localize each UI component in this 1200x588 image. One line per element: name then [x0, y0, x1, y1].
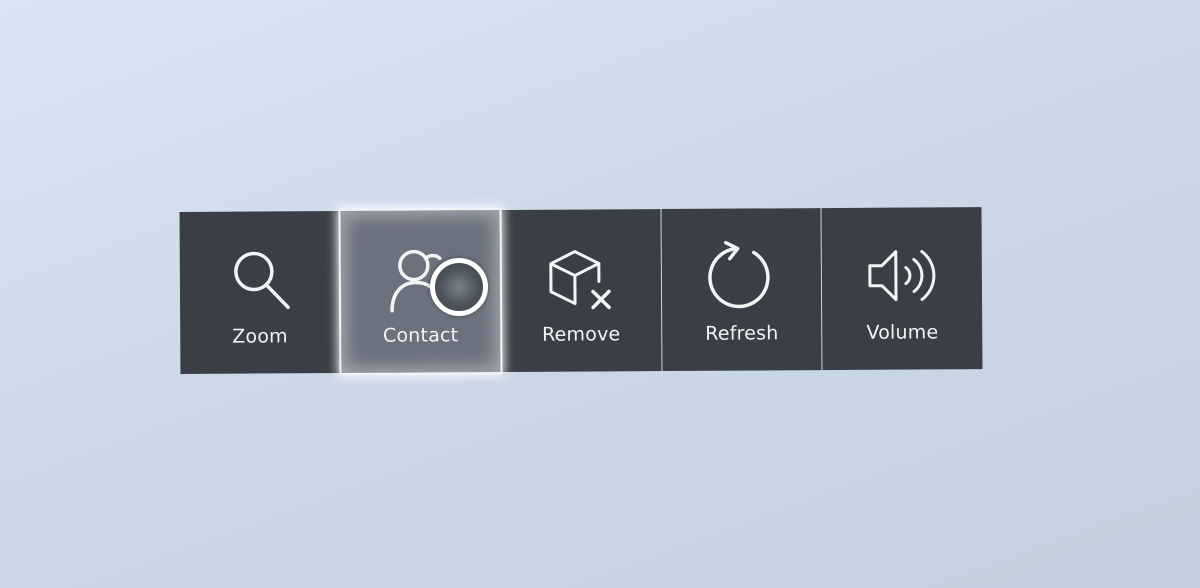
search-icon [221, 241, 297, 317]
remove-button[interactable]: Remove [500, 209, 662, 373]
remove-label: Remove [542, 323, 621, 346]
remove-box-icon [543, 239, 619, 315]
refresh-icon [703, 238, 779, 314]
zoom-label: Zoom [232, 325, 288, 348]
refresh-label: Refresh [705, 322, 779, 345]
volume-icon [864, 237, 940, 313]
contact-label: Contact [382, 324, 459, 347]
volume-button[interactable]: Volume [821, 207, 983, 371]
toolbar: Zoom Contact Remove Refresh Volume [179, 207, 983, 378]
cursor-indicator [430, 258, 488, 316]
zoom-button[interactable]: Zoom [179, 211, 341, 374]
volume-label: Volume [866, 321, 939, 344]
refresh-button[interactable]: Refresh [661, 208, 822, 372]
